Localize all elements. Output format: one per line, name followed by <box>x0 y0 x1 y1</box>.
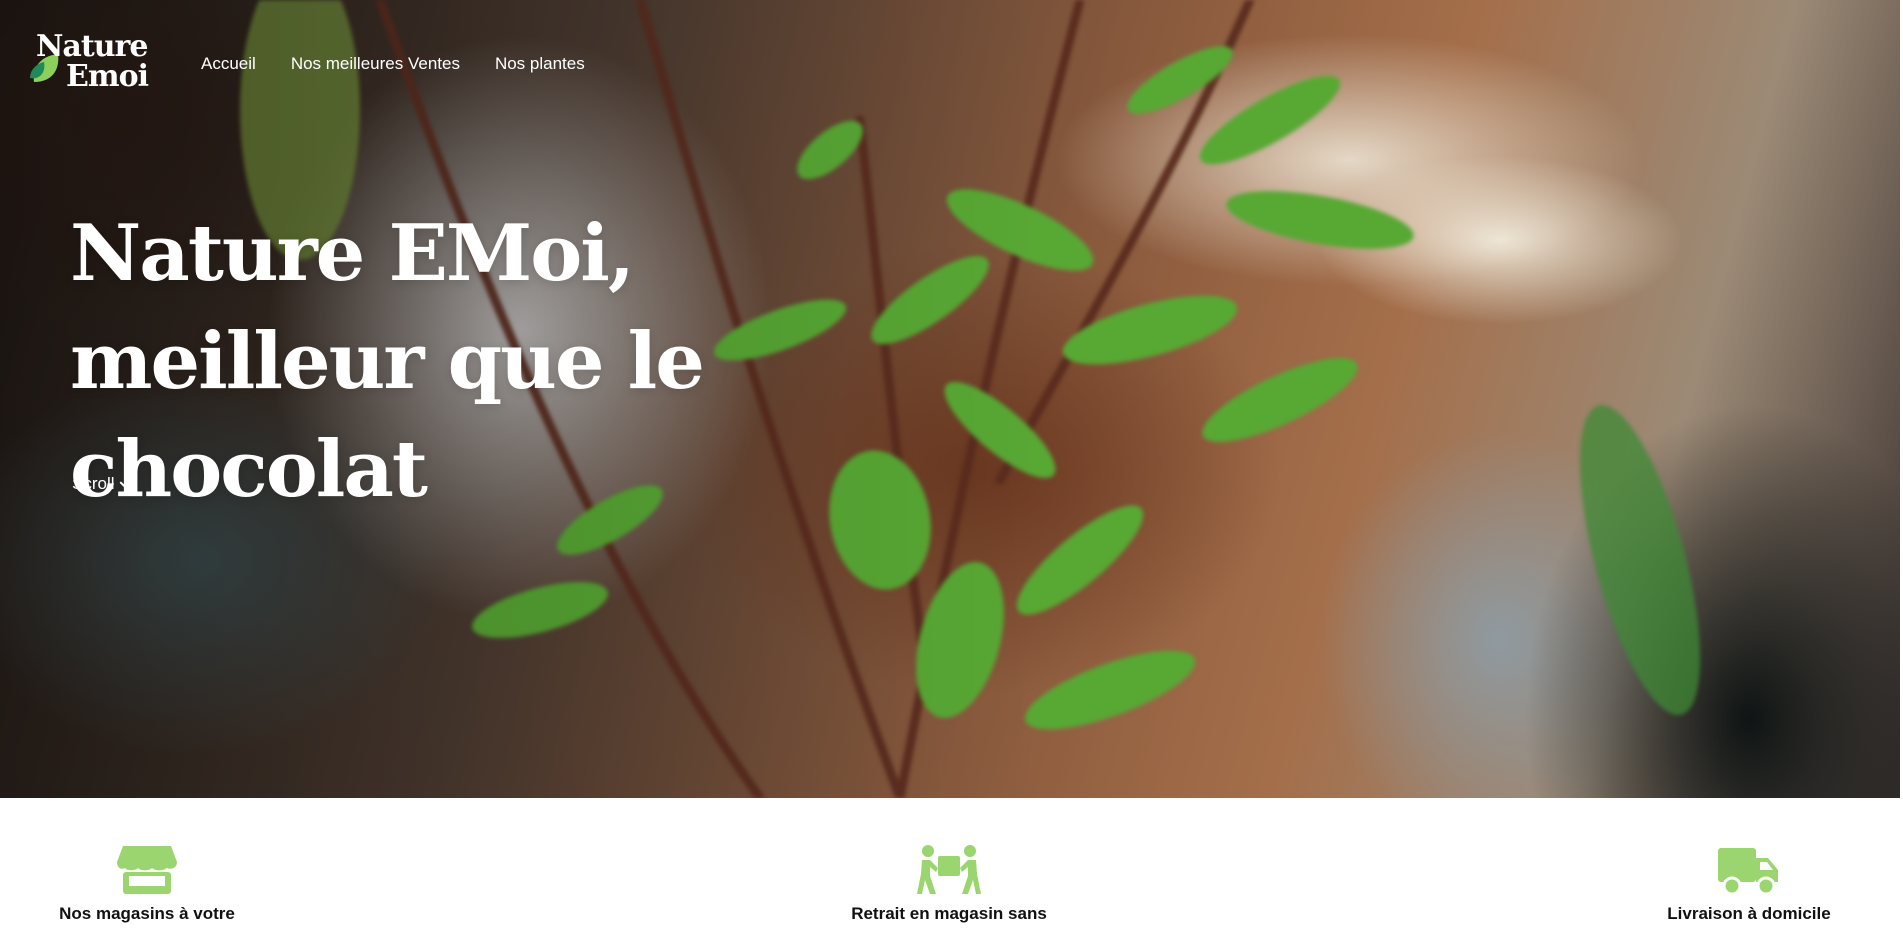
logo-text-line-2: Emoi <box>66 59 149 94</box>
nav-link-meilleures-ventes[interactable]: Nos meilleures Ventes <box>291 54 460 74</box>
feature-stores: Nos magasins à votre <box>17 844 277 924</box>
truck-icon <box>1718 848 1778 896</box>
site-logo[interactable]: Nature Emoi <box>28 30 168 100</box>
scroll-label: Scroll <box>72 474 115 493</box>
people-carry-box-icon <box>917 845 981 894</box>
feature-delivery-label: Livraison à domicile <box>1667 904 1831 923</box>
top-navigation: Nature Emoi Accueil Nos meilleures Vente… <box>0 0 1900 128</box>
feature-stores-label: Nos magasins à votre <box>59 904 235 923</box>
features-section: Nos magasins à votre Retrait en magasin … <box>0 798 1903 935</box>
store-icon <box>117 846 177 894</box>
scroll-link[interactable]: Scroll <box>72 474 130 494</box>
hero-title: Nature EMoi, meilleur que le chocolat <box>70 208 705 515</box>
nav-link-accueil[interactable]: Accueil <box>201 54 256 74</box>
feature-pickup-label: Retrait en magasin sans <box>851 904 1047 923</box>
main-menu: Accueil Nos meilleures Ventes Nos plante… <box>201 54 585 74</box>
feature-pickup: Retrait en magasin sans <box>819 844 1079 924</box>
nav-link-nos-plantes[interactable]: Nos plantes <box>495 54 585 74</box>
logo-text-line-1: Nature <box>36 29 148 64</box>
hero-section: Nature Emoi Accueil Nos meilleures Vente… <box>0 0 1900 798</box>
feature-delivery: Livraison à domicile <box>1619 844 1879 924</box>
chevron-down-icon <box>119 481 129 487</box>
